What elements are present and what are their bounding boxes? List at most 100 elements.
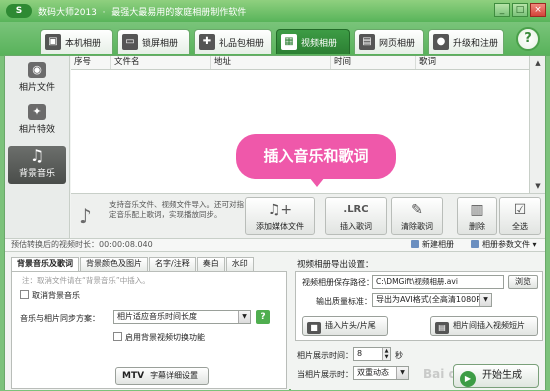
music-toolbar: ♪ 支持音乐文件、视频文件导入。还可对指定音乐配上歌词，实现播放同步。 ♫+ 添… [71,193,545,238]
effects-icon: ✦ [28,104,46,120]
effect-select[interactable]: 双重动态 ▼ [353,366,409,380]
button-label: 相片间插入视频短片 [453,321,525,330]
minimize-button[interactable]: _ [494,3,510,17]
upgrade-icon: ● [433,34,449,50]
monitor-icon: ▭ [122,34,138,50]
duration-stepper[interactable]: 8 ▲ ▼ [353,347,391,361]
effect-select-value: 双重动态 [357,368,389,377]
tab-upgrade[interactable]: ● 升级和注册 [428,29,504,54]
video-icon: ■ [307,322,321,334]
sync-help-button[interactable]: ? [256,310,270,324]
button-label: 相册参数文件 [482,240,530,249]
quality-label: 输出质量标准： [316,297,372,306]
chevron-down-icon: ▼ [396,367,408,379]
help-button[interactable]: ? [516,27,540,51]
delete-icon: ▥ [470,202,484,218]
music-note-icon: ♪ [79,204,92,228]
app-logo: S [6,4,32,18]
camera-icon: ◉ [28,62,46,78]
button-label: 插入歌词 [340,222,372,231]
tab-bgm-lyrics[interactable]: 背景音乐及歌词 [11,257,79,271]
eraser-icon: ✎ [411,202,423,218]
sync-select[interactable]: 相片适应音乐时间长度 ▼ [113,310,251,324]
chevron-down-icon: ▼ [238,311,250,323]
cancel-bgm-checkbox[interactable] [20,290,29,299]
new-album-button[interactable]: 新建相册 [411,239,454,251]
main-panel: ◉ 相片文件 ✦ 相片特效 ♫ 背景音乐 序号 文件名 地址 时间 歌词 ▲ ▼… [4,55,546,390]
cancel-bgm-row[interactable]: 取消背景音乐 [20,290,80,301]
column-header-lyrics[interactable]: 歌词 [416,56,529,69]
button-label: 清除歌词 [401,222,433,231]
save-path-input[interactable]: C:\DMGift\视频相册.avi [372,275,504,289]
album-params-button[interactable]: 相册参数文件 ▾ [471,239,537,251]
tooltip-tail [309,177,325,187]
column-header-path[interactable]: 地址 [211,56,331,69]
scroll-up-icon[interactable]: ▲ [530,56,546,70]
computer-icon: ▣ [45,34,61,50]
button-label: 全选 [512,222,528,231]
clear-lyrics-button[interactable]: ✎ 清除歌词 [391,197,443,235]
start-generate-button[interactable]: ▶ 开始生成 [453,364,539,388]
tab-label: 礼品包相册 [219,38,265,49]
tab-label: 锁屏相册 [142,38,179,49]
tab-video-album[interactable]: ▦ 视频相册 [276,29,350,54]
tab-web-album[interactable]: ▤ 网页相册 [354,29,424,54]
add-media-button[interactable]: ♫+ 添加媒体文件 [245,197,315,235]
bg-video-switch-checkbox[interactable] [113,332,122,341]
export-box: 视频相册保存路径： C:\DMGift\视频相册.avi 浏览 输出质量标准： … [295,271,543,341]
duration-label: 相片展示时间： [297,351,353,360]
sidebar-item-photo-effects[interactable]: ✦ 相片特效 [8,102,66,140]
save-path-label: 视频相册保存路径： [302,278,374,287]
duration-value: 8 [357,349,363,358]
tab-lockscreen-album[interactable]: ▭ 锁屏相册 [117,29,190,54]
params-file-icon [471,240,479,248]
button-label: 新建相册 [422,240,454,249]
chevron-down-icon: ▼ [479,294,491,306]
tab-label: 网页相册 [379,38,416,49]
table-scrollbar[interactable]: ▲ ▼ [529,56,545,193]
tab-watermark[interactable]: 水印 [225,257,254,271]
settings-body: 注：取消文件请在“背景音乐”中插入。 取消背景音乐 音乐与相片同步方案： 相片适… [11,271,287,389]
button-label: 删除 [469,222,485,231]
maximize-button[interactable]: □ [512,3,528,17]
insert-video-clip-button[interactable]: ▤ 相片间插入视频短片 [430,316,538,336]
tab-bg-color[interactable]: 背景颜色及图片 [80,257,148,271]
music-settings-panel: 背景音乐及歌词 背景颜色及图片 名字/注释 奏白 水印 注：取消文件请在“背景音… [5,253,289,390]
bg-video-switch-label: 启用背景视频切换功能 [125,333,205,342]
status-row: 预估转换后的视频时长：00:00:08.040 新建相册 相册参数文件 ▾ [5,238,545,252]
title-bar: S 数码大师2013 · 最强大最易用的家庭相册制作软件 _ □ × [0,0,550,22]
sync-label: 音乐与相片同步方案： [20,314,100,323]
duration-unit: 秒 [395,351,403,360]
bg-video-switch-row[interactable]: 启用背景视频切换功能 [113,332,205,343]
export-heading: 视频相册导出设置： [297,260,374,270]
window-controls: _ □ × [494,3,546,17]
stepper-arrows-icon[interactable]: ▲ ▼ [382,348,390,360]
mtv-subtitle-settings-button[interactable]: MTV 字幕详细设置 [115,367,209,385]
column-header-filename[interactable]: 文件名 [111,56,211,69]
settings-note: 注：取消文件请在“背景音乐”中插入。 [22,276,150,285]
column-header-time[interactable]: 时间 [331,56,416,69]
tab-gift-album[interactable]: ✚ 礼品包相册 [194,29,272,54]
effect-label: 当相片展示时： [297,370,353,379]
column-header-index[interactable]: 序号 [71,56,111,69]
insert-lyrics-button[interactable]: .LRC 插入歌词 [325,197,387,235]
table-header: 序号 文件名 地址 时间 歌词 [71,56,529,70]
sidebar-item-background-music[interactable]: ♫ 背景音乐 [8,146,66,184]
close-button[interactable]: × [530,3,546,17]
gift-icon: ✚ [199,34,215,50]
lrc-icon: .LRC [343,204,369,215]
insert-intro-outro-button[interactable]: ■ 插入片头/片尾 [302,316,388,336]
scroll-down-icon[interactable]: ▼ [530,179,546,193]
sidebar-item-photo-files[interactable]: ◉ 相片文件 [8,60,66,98]
quality-select[interactable]: 导出为AVI格式(全高清1080P) ▼ [372,293,492,307]
delete-button[interactable]: ▥ 删除 [457,197,497,235]
tab-narration[interactable]: 奏白 [196,257,225,271]
tab-local-album[interactable]: ▣ 本机相册 [40,29,113,54]
export-settings-panel: 视频相册导出设置： 视频相册保存路径： C:\DMGift\视频相册.avi 浏… [291,253,545,390]
select-all-button[interactable]: ☑ 全选 [499,197,541,235]
tab-name-notes[interactable]: 名字/注释 [149,257,196,271]
browse-button[interactable]: 浏览 [508,275,538,289]
web-icon: ▤ [359,34,375,50]
mtv-icon: MTV [122,371,145,381]
quality-select-value: 导出为AVI格式(全高清1080P) [376,295,485,304]
